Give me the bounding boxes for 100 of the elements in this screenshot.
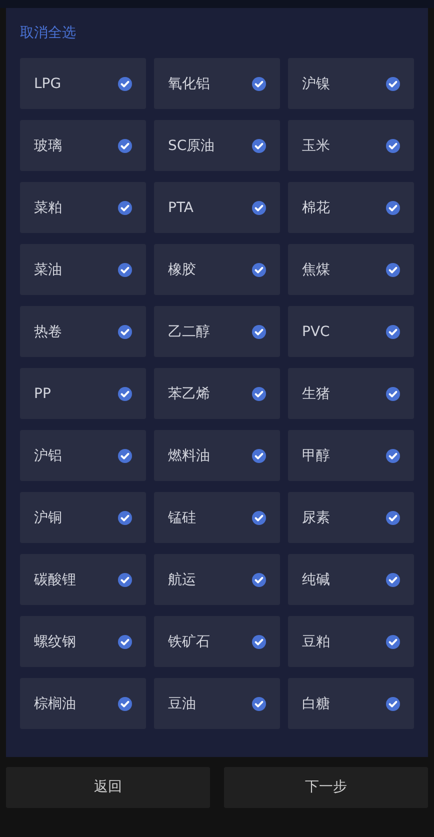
option-tile[interactable]: 白糖 <box>288 678 414 729</box>
check-icon <box>252 696 266 710</box>
option-label: 纯碱 <box>302 572 330 586</box>
option-label: PVC <box>302 324 330 338</box>
option-tile[interactable]: 沪铜 <box>20 492 146 543</box>
option-tile[interactable]: 碳酸锂 <box>20 554 146 605</box>
check-icon <box>386 200 400 214</box>
option-tile[interactable]: PP <box>20 368 146 419</box>
next-button[interactable]: 下一步 <box>224 767 428 808</box>
check-icon <box>252 448 266 462</box>
option-tile[interactable]: 沪镍 <box>288 58 414 109</box>
check-icon <box>118 572 132 586</box>
option-label: 橡胶 <box>168 262 196 276</box>
check-icon <box>118 76 132 90</box>
check-icon <box>386 572 400 586</box>
option-label: 玉米 <box>302 138 330 152</box>
check-icon <box>386 634 400 648</box>
option-tile[interactable]: 氧化铝 <box>154 58 280 109</box>
option-tile[interactable]: 铁矿石 <box>154 616 280 667</box>
option-tile[interactable]: 甲醇 <box>288 430 414 481</box>
option-tile[interactable]: 燃料油 <box>154 430 280 481</box>
option-label: 棉花 <box>302 200 330 214</box>
check-icon <box>118 386 132 400</box>
option-tile[interactable]: 玻璃 <box>20 120 146 171</box>
option-label: 苯乙烯 <box>168 386 210 400</box>
option-label: 焦煤 <box>302 262 330 276</box>
option-tile[interactable]: 纯碱 <box>288 554 414 605</box>
option-label: 碳酸锂 <box>34 572 76 586</box>
option-tile[interactable]: 棉花 <box>288 182 414 233</box>
check-icon <box>118 200 132 214</box>
option-label: 沪镍 <box>302 76 330 90</box>
check-icon <box>386 386 400 400</box>
option-label: 白糖 <box>302 696 330 710</box>
check-icon <box>252 200 266 214</box>
option-tile[interactable]: 苯乙烯 <box>154 368 280 419</box>
option-label: PP <box>34 386 51 400</box>
check-icon <box>386 262 400 276</box>
check-icon <box>252 324 266 338</box>
check-icon <box>386 138 400 152</box>
option-tile[interactable]: 橡胶 <box>154 244 280 295</box>
check-icon <box>118 138 132 152</box>
option-tile[interactable]: 生猪 <box>288 368 414 419</box>
option-label: 热卷 <box>34 324 62 338</box>
check-icon <box>118 510 132 524</box>
option-tile[interactable]: 螺纹钢 <box>20 616 146 667</box>
check-icon <box>386 696 400 710</box>
option-label: 玻璃 <box>34 138 62 152</box>
check-icon <box>118 324 132 338</box>
option-tile[interactable]: 玉米 <box>288 120 414 171</box>
option-label: LPG <box>34 76 62 90</box>
option-tile[interactable]: 焦煤 <box>288 244 414 295</box>
option-label: 尿素 <box>302 510 330 524</box>
option-label: 氧化铝 <box>168 76 210 90</box>
option-label: 锰硅 <box>168 510 196 524</box>
option-label: 豆油 <box>168 696 196 710</box>
check-icon <box>118 448 132 462</box>
check-icon <box>118 262 132 276</box>
option-tile[interactable]: 菜油 <box>20 244 146 295</box>
option-label: PTA <box>168 200 194 214</box>
check-icon <box>386 510 400 524</box>
option-tile[interactable]: PTA <box>154 182 280 233</box>
option-label: 甲醇 <box>302 448 330 462</box>
check-icon <box>118 696 132 710</box>
option-label: 菜油 <box>34 262 62 276</box>
option-label: 螺纹钢 <box>34 634 76 648</box>
check-icon <box>252 262 266 276</box>
option-tile[interactable]: 乙二醇 <box>154 306 280 357</box>
check-icon <box>252 76 266 90</box>
option-label: 燃料油 <box>168 448 210 462</box>
deselect-all-link[interactable]: 取消全选 <box>20 22 76 44</box>
option-label: 菜粕 <box>34 200 62 214</box>
check-icon <box>118 634 132 648</box>
check-icon <box>386 324 400 338</box>
check-icon <box>252 634 266 648</box>
option-label: 乙二醇 <box>168 324 210 338</box>
option-label: SC原油 <box>168 138 215 152</box>
option-tile[interactable]: 尿素 <box>288 492 414 543</box>
option-tile[interactable]: SC原油 <box>154 120 280 171</box>
back-button[interactable]: 返回 <box>6 767 210 808</box>
option-label: 生猪 <box>302 386 330 400</box>
option-label: 豆粕 <box>302 634 330 648</box>
option-tile[interactable]: 豆粕 <box>288 616 414 667</box>
option-label: 沪铜 <box>34 510 62 524</box>
option-tile[interactable]: 菜粕 <box>20 182 146 233</box>
option-label: 航运 <box>168 572 196 586</box>
option-label: 沪铝 <box>34 448 62 462</box>
option-tile[interactable]: 锰硅 <box>154 492 280 543</box>
option-label: 棕榈油 <box>34 696 76 710</box>
option-tile[interactable]: 热卷 <box>20 306 146 357</box>
option-tile[interactable]: PVC <box>288 306 414 357</box>
check-icon <box>386 76 400 90</box>
option-tile[interactable]: 沪铝 <box>20 430 146 481</box>
option-tile[interactable]: 豆油 <box>154 678 280 729</box>
option-tile[interactable]: 航运 <box>154 554 280 605</box>
option-tile[interactable]: LPG <box>20 58 146 109</box>
check-icon <box>386 448 400 462</box>
option-tile[interactable]: 棕榈油 <box>20 678 146 729</box>
check-icon <box>252 386 266 400</box>
option-label: 铁矿石 <box>168 634 210 648</box>
check-icon <box>252 138 266 152</box>
